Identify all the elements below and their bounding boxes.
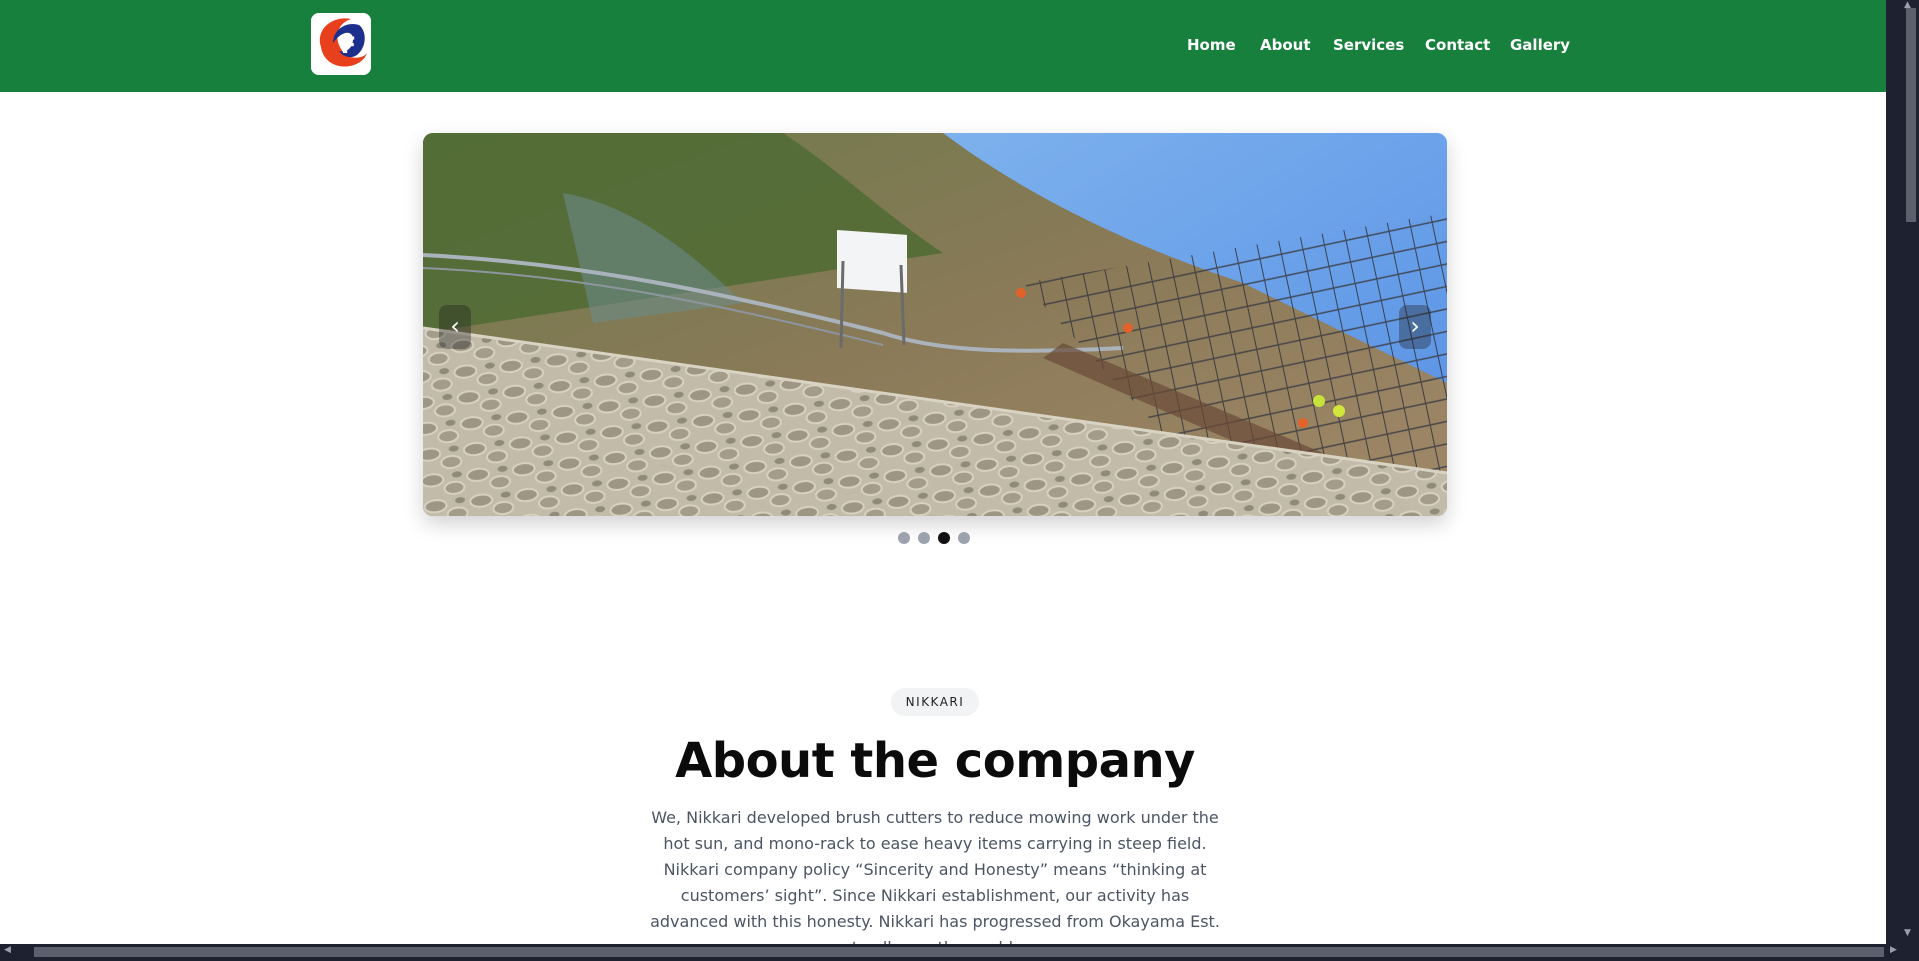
about-description: We, Nikkari developed brush cutters to r… <box>650 808 1220 944</box>
horizontal-scrollbar[interactable]: ◀ ▶ <box>0 944 1919 961</box>
nav-services-link[interactable]: Services <box>1333 36 1404 54</box>
vertical-scrollbar[interactable]: ▲ ▼ <box>1886 0 1919 944</box>
site-header: F Home About Services Contact Gallery <box>0 0 1886 92</box>
vertical-scroll-thumb[interactable] <box>1906 8 1916 222</box>
horizontal-scroll-thumb[interactable] <box>34 947 1884 957</box>
company-logo[interactable]: F <box>311 13 371 75</box>
scroll-left-icon[interactable]: ◀ <box>4 945 11 955</box>
carousel-prev-button[interactable]: ‹ <box>439 305 471 349</box>
section-badge: NIKKARI <box>891 688 979 716</box>
hero-carousel: ‹ › <box>423 133 1447 516</box>
carousel-next-button[interactable]: › <box>1399 305 1431 349</box>
nav-gallery-link[interactable]: Gallery <box>1510 36 1570 54</box>
carousel-dot-4[interactable] <box>958 532 970 544</box>
about-title: About the company <box>675 733 1195 789</box>
carousel-dot-3[interactable] <box>938 532 950 544</box>
scroll-down-icon[interactable]: ▼ <box>1904 928 1911 938</box>
logo-icon: F <box>311 13 371 75</box>
hero-slide-image <box>423 133 1447 516</box>
nav-about-link[interactable]: About <box>1260 36 1311 54</box>
scroll-right-icon[interactable]: ▶ <box>1890 945 1897 955</box>
nav-home-link[interactable]: Home <box>1187 36 1236 54</box>
carousel-dot-2[interactable] <box>918 532 930 544</box>
page-viewport: F Home About Services Contact Gallery ‹ … <box>0 0 1886 944</box>
carousel-dot-1[interactable] <box>898 532 910 544</box>
svg-text:F: F <box>341 34 356 59</box>
nav-contact-link[interactable]: Contact <box>1425 36 1490 54</box>
